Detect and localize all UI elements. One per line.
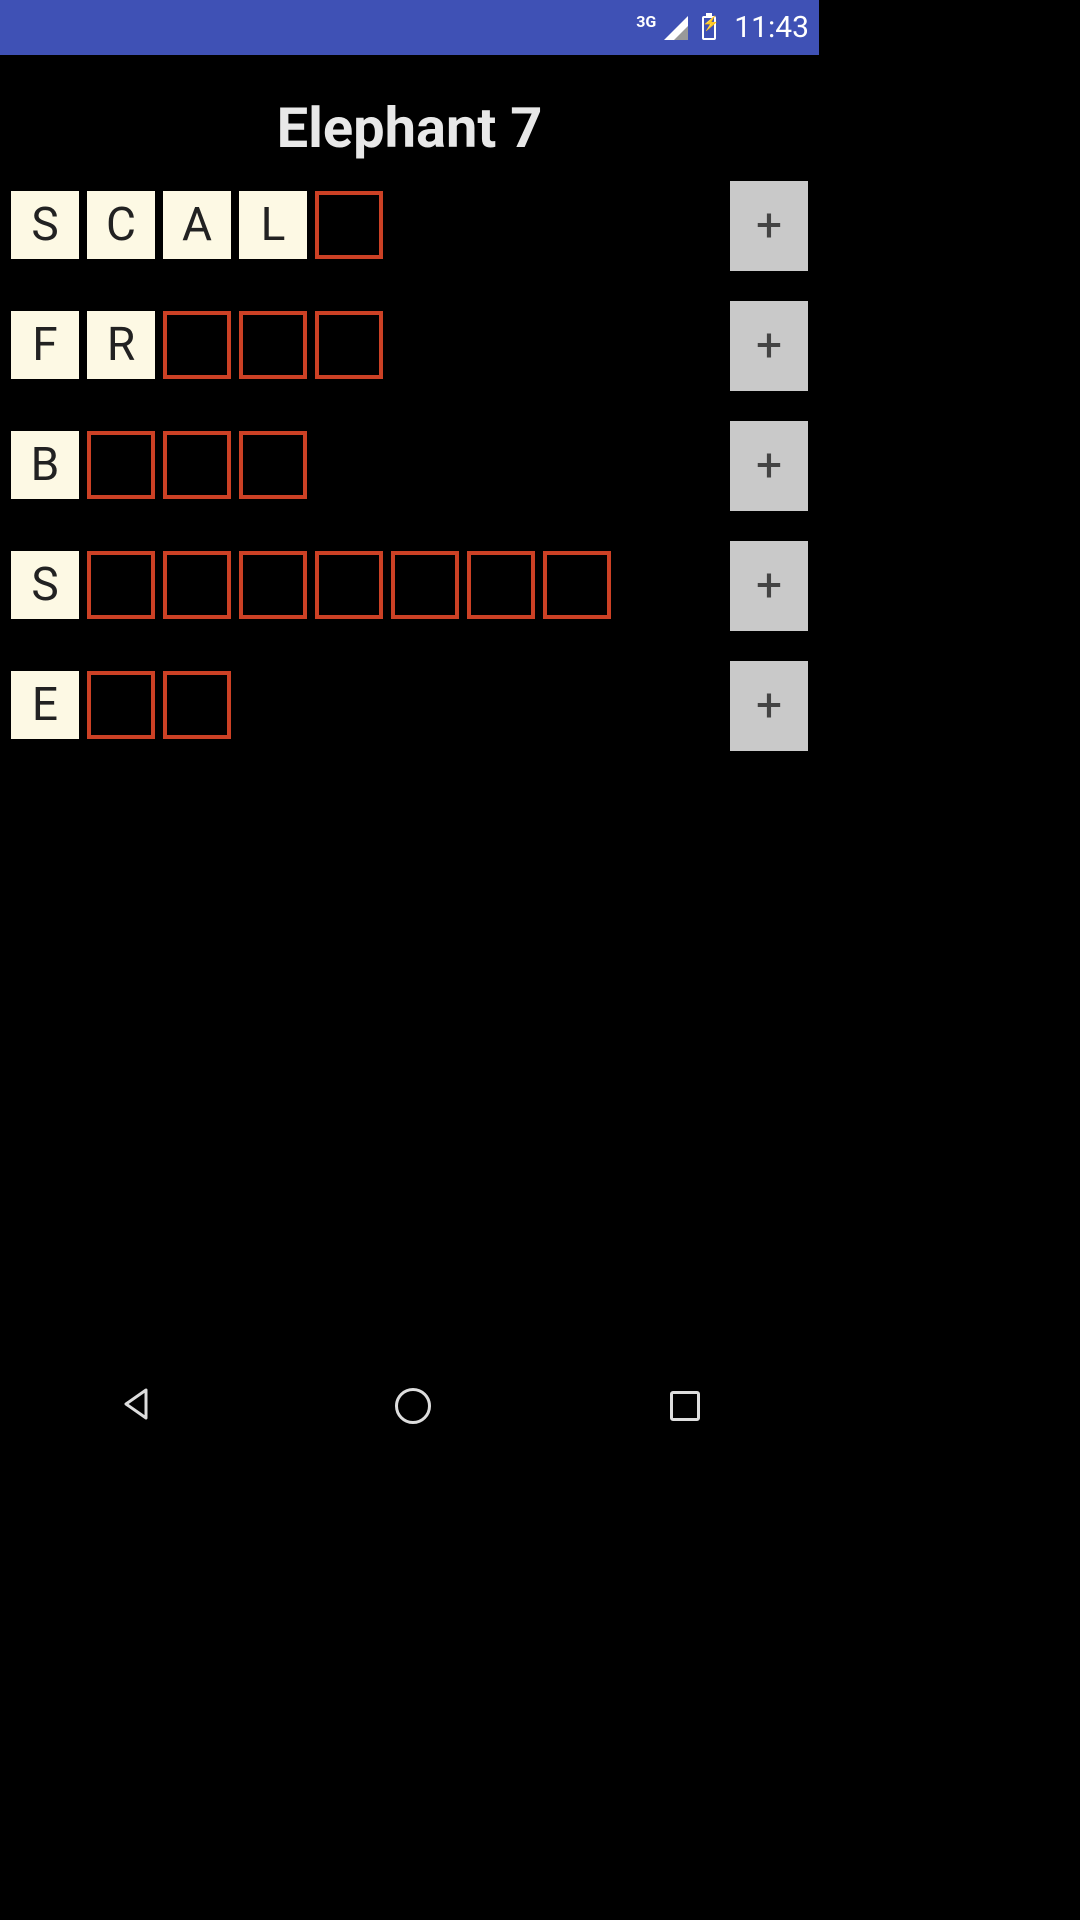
letter-tile[interactable]: R [87, 311, 155, 379]
empty-tile[interactable] [87, 431, 155, 499]
empty-tile[interactable] [163, 431, 231, 499]
status-bar: 3G 11:43 [0, 0, 819, 55]
nav-recent-button[interactable] [670, 1391, 700, 1421]
empty-tile[interactable] [467, 551, 535, 619]
game-content: S C A L + F R + B + S [0, 191, 819, 739]
hint-button-4[interactable]: + [730, 661, 808, 751]
empty-tile[interactable] [391, 551, 459, 619]
empty-tile[interactable] [315, 551, 383, 619]
empty-tile[interactable] [87, 551, 155, 619]
battery-icon [702, 16, 716, 40]
word-row-3: S + [11, 551, 808, 619]
letter-tile[interactable]: B [11, 431, 79, 499]
empty-tile[interactable] [315, 191, 383, 259]
tiles-row-4: E [11, 671, 231, 739]
letter-tile[interactable]: A [163, 191, 231, 259]
clock-time: 11:43 [734, 10, 809, 45]
hint-button-0[interactable]: + [730, 181, 808, 271]
letter-tile[interactable]: S [11, 191, 79, 259]
tiles-row-1: F R [11, 311, 383, 379]
empty-tile[interactable] [163, 311, 231, 379]
network-label: 3G [636, 12, 656, 31]
navigation-bar [0, 1356, 819, 1456]
word-row-2: B + [11, 431, 808, 499]
empty-tile[interactable] [239, 311, 307, 379]
letter-tile[interactable]: C [87, 191, 155, 259]
letter-tile[interactable]: E [11, 671, 79, 739]
word-row-1: F R + [11, 311, 808, 379]
nav-back-button[interactable] [120, 1386, 156, 1426]
letter-tile[interactable]: S [11, 551, 79, 619]
nav-home-button[interactable] [395, 1388, 431, 1424]
back-icon [120, 1386, 156, 1422]
tiles-row-2: B [11, 431, 307, 499]
page-title: Elephant 7 [0, 77, 819, 191]
app-bar-spacer [0, 55, 819, 77]
tiles-row-3: S [11, 551, 611, 619]
word-row-4: E + [11, 671, 808, 739]
letter-tile[interactable]: F [11, 311, 79, 379]
hint-button-3[interactable]: + [730, 541, 808, 631]
empty-tile[interactable] [163, 671, 231, 739]
empty-tile[interactable] [163, 551, 231, 619]
tiles-row-0: S C A L [11, 191, 383, 259]
empty-tile[interactable] [87, 671, 155, 739]
word-row-0: S C A L + [11, 191, 808, 259]
empty-tile[interactable] [543, 551, 611, 619]
empty-tile[interactable] [239, 551, 307, 619]
hint-button-1[interactable]: + [730, 301, 808, 391]
hint-button-2[interactable]: + [730, 421, 808, 511]
empty-tile[interactable] [315, 311, 383, 379]
empty-tile[interactable] [239, 431, 307, 499]
signal-icon [664, 16, 688, 40]
letter-tile[interactable]: L [239, 191, 307, 259]
